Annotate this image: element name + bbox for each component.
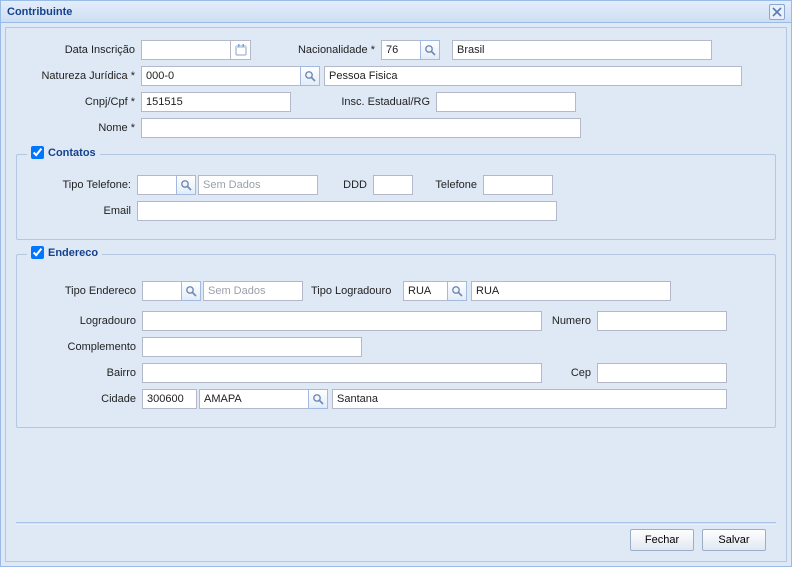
search-icon xyxy=(304,70,316,82)
tipo-telefone-search-button[interactable] xyxy=(176,175,196,195)
tipo-logradouro-search-button[interactable] xyxy=(447,281,467,301)
tipo-endereco-code-input[interactable] xyxy=(142,281,182,301)
cidade-label: Cidade xyxy=(27,393,142,405)
natureza-search-button[interactable] xyxy=(300,66,320,86)
nome-input[interactable] xyxy=(141,118,581,138)
cnpjcpf-label: Cnpj/Cpf * xyxy=(16,96,141,108)
close-icon xyxy=(772,7,782,17)
logradouro-label: Logradouro xyxy=(27,315,142,327)
tipo-telefone-label: Tipo Telefone: xyxy=(27,179,137,191)
cidade-search-button[interactable] xyxy=(308,389,328,409)
endereco-legend: Endereco xyxy=(27,246,102,259)
endereco-fieldset: Endereco Tipo Endereco Tipo Logradouro xyxy=(16,254,776,428)
salvar-button[interactable]: Salvar xyxy=(702,529,766,551)
fechar-button[interactable]: Fechar xyxy=(630,529,694,551)
insc-label: Insc. Estadual/RG xyxy=(291,96,436,108)
window-title: Contribuinte xyxy=(7,6,72,18)
cep-input[interactable] xyxy=(597,363,727,383)
cep-label: Cep xyxy=(542,367,597,379)
cidade-name-input[interactable] xyxy=(332,389,727,409)
tipo-endereco-search-button[interactable] xyxy=(181,281,201,301)
tipo-endereco-name-input[interactable] xyxy=(203,281,303,301)
cidade-code-input[interactable] xyxy=(142,389,197,409)
form-panel: Data Inscrição Nacionalidade * Nature xyxy=(5,27,787,562)
bairro-input[interactable] xyxy=(142,363,542,383)
natureza-code-input[interactable] xyxy=(141,66,301,86)
numero-input[interactable] xyxy=(597,311,727,331)
ddd-label: DDD xyxy=(318,179,373,191)
titlebar: Contribuinte xyxy=(1,1,791,23)
search-icon xyxy=(424,44,436,56)
search-icon xyxy=(180,179,192,191)
nacionalidade-code-input[interactable] xyxy=(381,40,421,60)
calendar-icon xyxy=(235,44,247,56)
numero-label: Numero xyxy=(542,315,597,327)
contatos-legend: Contatos xyxy=(27,146,100,159)
tipo-logradouro-code-input[interactable] xyxy=(403,281,448,301)
search-icon xyxy=(451,285,463,297)
tipo-logradouro-label: Tipo Logradouro xyxy=(303,285,403,297)
logradouro-input[interactable] xyxy=(142,311,542,331)
natureza-label: Natureza Jurídica * xyxy=(16,70,141,82)
data-inscricao-calendar-button[interactable] xyxy=(231,40,251,60)
contatos-legend-text: Contatos xyxy=(48,147,96,159)
telefone-label: Telefone xyxy=(413,179,483,191)
nacionalidade-search-button[interactable] xyxy=(420,40,440,60)
contribuinte-window: Contribuinte Data Inscrição Nacionalidad… xyxy=(0,0,792,567)
window-body: Data Inscrição Nacionalidade * Nature xyxy=(1,23,791,566)
insc-input[interactable] xyxy=(436,92,576,112)
natureza-name-input[interactable] xyxy=(324,66,742,86)
tipo-telefone-name-input[interactable] xyxy=(198,175,318,195)
telefone-input[interactable] xyxy=(483,175,553,195)
tipo-logradouro-name-input[interactable] xyxy=(471,281,671,301)
data-inscricao-input[interactable] xyxy=(141,40,231,60)
tipo-telefone-code-input[interactable] xyxy=(137,175,177,195)
close-button[interactable] xyxy=(769,4,785,20)
nacionalidade-name-input[interactable] xyxy=(452,40,712,60)
contatos-checkbox[interactable] xyxy=(31,146,44,159)
email-label: Email xyxy=(27,205,137,217)
email-input[interactable] xyxy=(137,201,557,221)
tipo-endereco-label: Tipo Endereco xyxy=(27,285,142,297)
bairro-label: Bairro xyxy=(27,367,142,379)
nome-label: Nome * xyxy=(16,122,141,134)
cnpjcpf-input[interactable] xyxy=(141,92,291,112)
endereco-legend-text: Endereco xyxy=(48,247,98,259)
ddd-input[interactable] xyxy=(373,175,413,195)
cidade-uf-input[interactable] xyxy=(199,389,309,409)
search-icon xyxy=(312,393,324,405)
search-icon xyxy=(185,285,197,297)
endereco-checkbox[interactable] xyxy=(31,246,44,259)
footer: Fechar Salvar xyxy=(16,525,776,555)
complemento-input[interactable] xyxy=(142,337,362,357)
nacionalidade-label: Nacionalidade * xyxy=(251,44,381,56)
data-inscricao-label: Data Inscrição xyxy=(16,44,141,56)
contatos-fieldset: Contatos Tipo Telefone: DDD Telefone xyxy=(16,154,776,240)
complemento-label: Complemento xyxy=(27,341,142,353)
